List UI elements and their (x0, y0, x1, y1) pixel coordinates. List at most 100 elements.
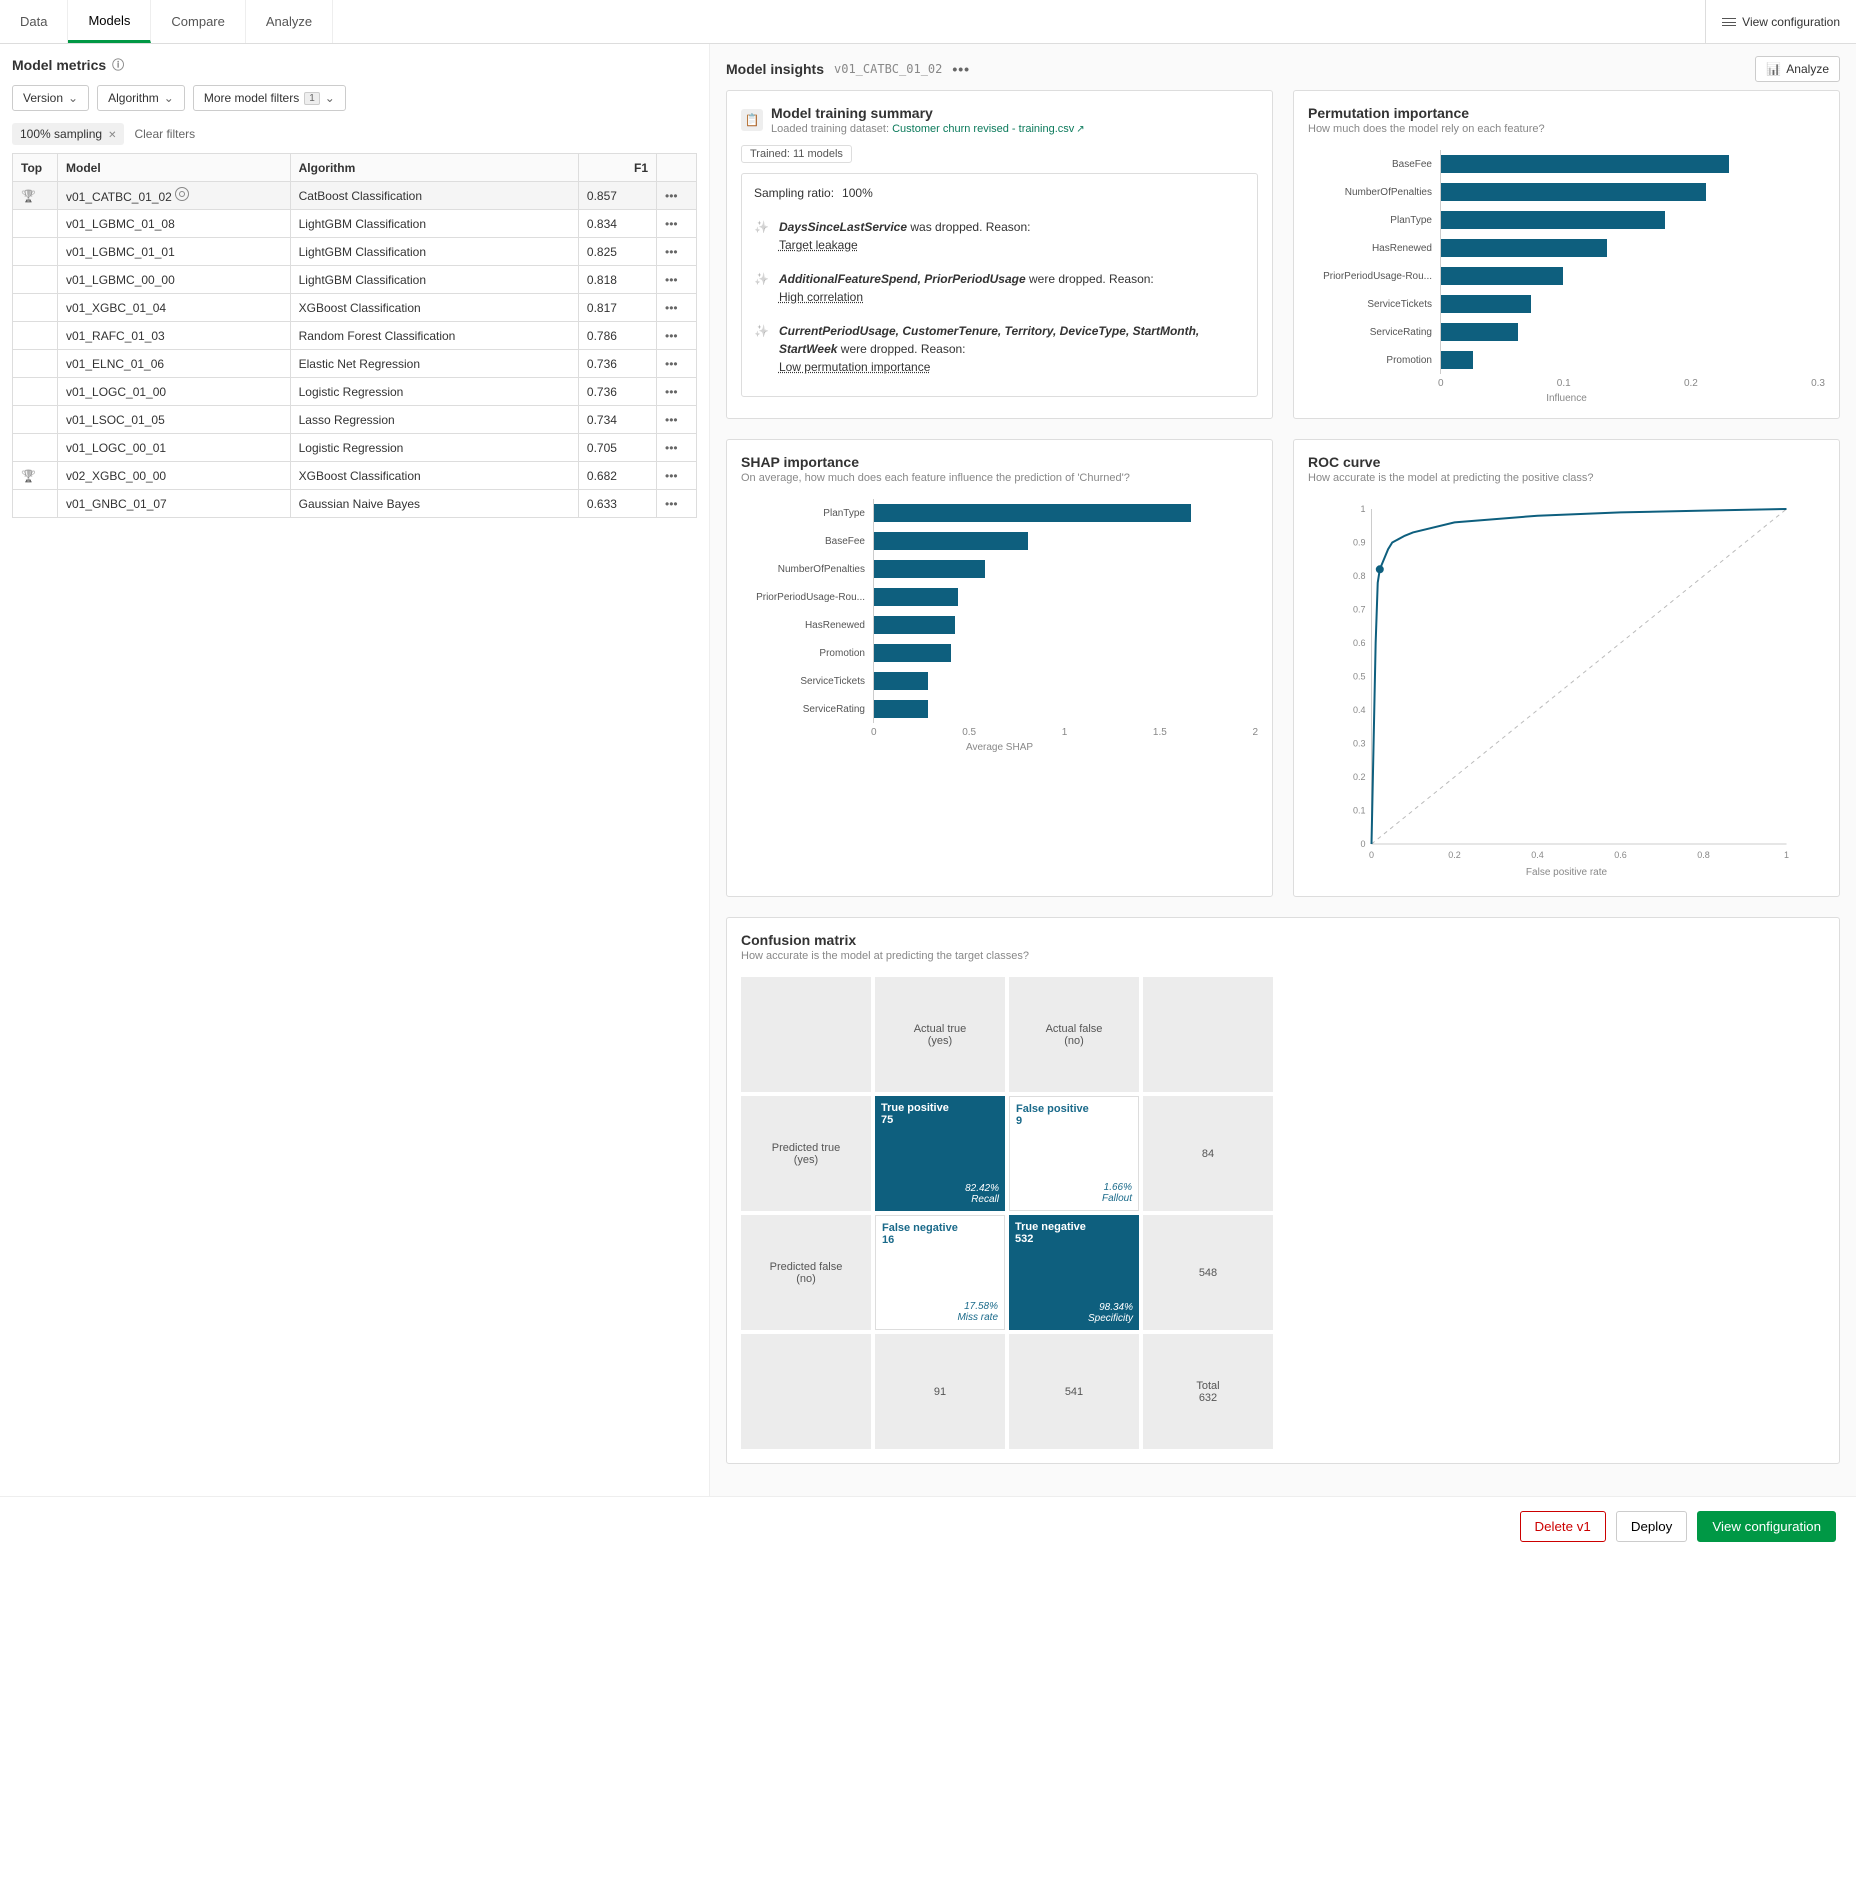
conf-cell: False negative1617.58%Miss rate (875, 1215, 1005, 1330)
table-row[interactable]: v01_LGBMC_01_01 LightGBM Classification0… (13, 238, 697, 266)
tab-compare[interactable]: Compare (151, 0, 245, 43)
row-actions[interactable]: ••• (657, 266, 697, 294)
view-configuration-top[interactable]: View configuration (1705, 0, 1856, 43)
sampling-chip[interactable]: 100% sampling (12, 123, 124, 145)
insight-item: CurrentPeriodUsage, CustomerTenure, Terr… (754, 314, 1245, 384)
svg-text:0.4: 0.4 (1531, 850, 1544, 860)
trained-badge: Trained: 11 models (741, 145, 852, 163)
table-row[interactable]: v01_LOGC_01_00 Logistic Regression0.736 … (13, 378, 697, 406)
view-config-label: View configuration (1742, 15, 1840, 29)
more-filters[interactable]: More model filters1 (193, 85, 346, 111)
clear-filters[interactable]: Clear filters (134, 127, 195, 141)
table-row[interactable]: v01_GNBC_01_07 Gaussian Naive Bayes0.633… (13, 490, 697, 518)
bar-fill (874, 616, 955, 634)
row-actions[interactable]: ••• (657, 406, 697, 434)
more-menu[interactable] (952, 61, 970, 77)
bar-fill (1441, 351, 1473, 369)
svg-text:0.3: 0.3 (1353, 739, 1366, 749)
row-actions[interactable]: ••• (657, 350, 697, 378)
svg-text:0.8: 0.8 (1353, 571, 1366, 581)
svg-text:1: 1 (1784, 850, 1789, 860)
svg-text:0: 0 (1369, 850, 1374, 860)
bar-fill (1441, 267, 1563, 285)
info-icon[interactable] (112, 56, 124, 73)
table-row[interactable]: v01_LGBMC_00_00 LightGBM Classification0… (13, 266, 697, 294)
table-row[interactable]: v02_XGBC_00_00 XGBoost Classification0.6… (13, 462, 697, 490)
permutation-card: Permutation importance How much does the… (1293, 90, 1840, 419)
row-actions[interactable]: ••• (657, 238, 697, 266)
table-row[interactable]: v01_LSOC_01_05 Lasso Regression0.734 ••• (13, 406, 697, 434)
bar-fill (874, 644, 951, 662)
tab-analyze[interactable]: Analyze (246, 0, 333, 43)
table-row[interactable]: v01_CATBC_01_02 CatBoost Classification0… (13, 182, 697, 210)
col-f1[interactable]: F1 (578, 154, 656, 182)
row-actions[interactable]: ••• (657, 210, 697, 238)
row-actions[interactable]: ••• (657, 322, 697, 350)
trophy-icon (21, 469, 36, 483)
bar-fill (1441, 323, 1518, 341)
bar-label: ServiceRating (1308, 327, 1438, 338)
table-row[interactable]: v01_LOGC_00_01 Logistic Regression0.705 … (13, 434, 697, 462)
tab-models[interactable]: Models (68, 0, 151, 43)
svg-text:0: 0 (1360, 839, 1365, 849)
bar-label: PlanType (741, 508, 871, 519)
bar-label: Promotion (741, 648, 871, 659)
training-summary-card: 📋 Model training summary Loaded training… (726, 90, 1273, 419)
bar-fill (874, 700, 928, 718)
row-actions[interactable]: ••• (657, 378, 697, 406)
row-actions[interactable]: ••• (657, 462, 697, 490)
conf-cell: Actual false(no) (1009, 977, 1139, 1092)
table-row[interactable]: v01_RAFC_01_03 Random Forest Classificat… (13, 322, 697, 350)
bar-label: ServiceTickets (741, 676, 871, 687)
bar-label: NumberOfPenalties (741, 564, 871, 575)
bar-label: ServiceTickets (1308, 299, 1438, 310)
table-row[interactable]: v01_LGBMC_01_08 LightGBM Classification0… (13, 210, 697, 238)
svg-text:0.6: 0.6 (1614, 850, 1627, 860)
row-actions[interactable]: ••• (657, 182, 697, 210)
delete-button[interactable]: Delete v1 (1520, 1511, 1606, 1542)
view-config-button[interactable]: View configuration (1697, 1511, 1836, 1542)
model-metrics-title: Model metrics (12, 56, 697, 73)
row-actions[interactable]: ••• (657, 490, 697, 518)
bar-fill (1441, 155, 1729, 173)
model-insights-title: Model insights v01_CATBC_01_02 (726, 61, 970, 77)
row-actions[interactable]: ••• (657, 294, 697, 322)
bar-fill (874, 672, 928, 690)
col-algo[interactable]: Algorithm (290, 154, 578, 182)
insight-item: AdditionalFeatureSpend, PriorPeriodUsage… (754, 262, 1245, 314)
bar-label: ServiceRating (741, 704, 871, 715)
bar-label: BaseFee (741, 536, 871, 547)
tab-data[interactable]: Data (0, 0, 68, 43)
sampling-value: 100% (842, 186, 873, 200)
conf-cell: Total632 (1143, 1334, 1273, 1449)
svg-text:0.2: 0.2 (1448, 850, 1461, 860)
conf-cell (741, 1334, 871, 1449)
deploy-button[interactable]: Deploy (1616, 1511, 1688, 1542)
bar-fill (1441, 239, 1607, 257)
row-actions[interactable]: ••• (657, 434, 697, 462)
dataset-link[interactable]: Customer churn revised - training.csv (892, 123, 1085, 135)
model-id: v01_CATBC_01_02 (834, 62, 942, 76)
bar-fill (1441, 211, 1665, 229)
insight-item: DaysSinceLastService was dropped. Reason… (754, 210, 1245, 262)
bar-label: PlanType (1308, 215, 1438, 226)
col-top[interactable]: Top (13, 154, 58, 182)
svg-text:0.7: 0.7 (1353, 605, 1366, 615)
analyze-button[interactable]: Analyze (1755, 56, 1840, 82)
close-icon[interactable] (108, 127, 116, 141)
bar-label: HasRenewed (1308, 243, 1438, 254)
conf-cell: Actual true(yes) (875, 977, 1005, 1092)
version-filter[interactable]: Version (12, 85, 89, 111)
sparkle-icon (754, 270, 769, 306)
conf-cell: True positive7582.42%Recall (875, 1096, 1005, 1211)
col-model[interactable]: Model (58, 154, 291, 182)
bar-fill (874, 588, 958, 606)
bar-fill (1441, 295, 1531, 313)
table-row[interactable]: v01_XGBC_01_04 XGBoost Classification0.8… (13, 294, 697, 322)
conf-cell (741, 977, 871, 1092)
table-row[interactable]: v01_ELNC_01_06 Elastic Net Regression0.7… (13, 350, 697, 378)
conf-cell: False positive91.66%Fallout (1009, 1096, 1139, 1211)
bar-fill (874, 532, 1028, 550)
algorithm-filter[interactable]: Algorithm (97, 85, 185, 111)
chart-icon (1766, 62, 1781, 76)
